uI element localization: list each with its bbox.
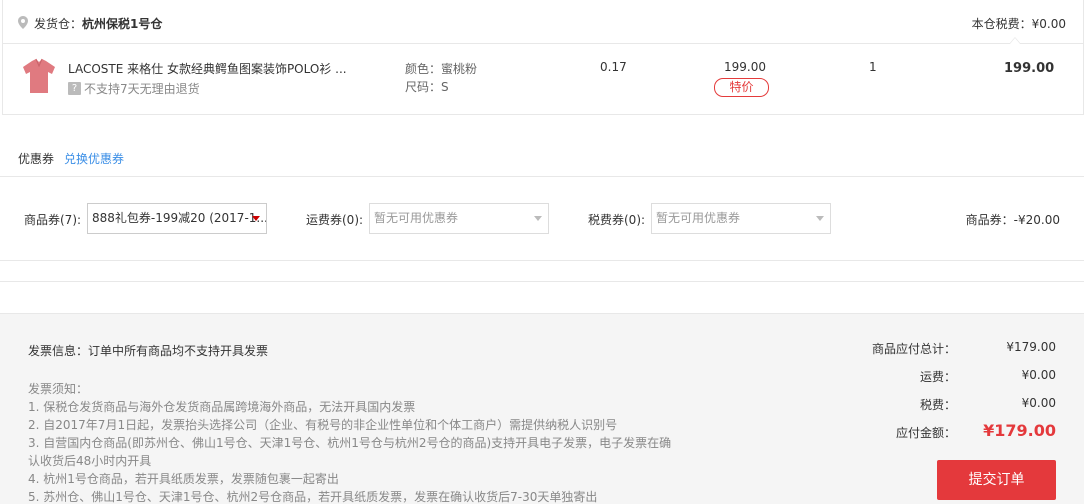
divider	[0, 281, 1084, 282]
shipping-label: 运费：	[919, 370, 956, 384]
dropdown-arrow-icon	[816, 216, 824, 221]
dropdown-arrow-icon	[252, 216, 260, 221]
goods-coupon-select[interactable]: 888礼包券-199减20 (2017-1...	[87, 203, 267, 234]
product-thumbnail[interactable]	[22, 58, 56, 94]
coupon-title: 优惠券	[18, 152, 55, 166]
exchange-coupon-link[interactable]: 兑换优惠券	[64, 150, 124, 167]
payable-label: 应付金额：	[895, 426, 956, 440]
warehouse-label-text: 发货仓：	[34, 17, 83, 31]
warehouse-header	[2, 0, 1084, 44]
tax-coupon-placeholder: 暂无可用优惠券	[656, 211, 741, 225]
tooltip-caret	[1009, 37, 1021, 44]
product-size: 尺码：S	[405, 80, 449, 94]
question-icon: ?	[68, 82, 81, 95]
shipping-value: ¥0.00	[1021, 368, 1056, 382]
coupon-discount: 商品券：-¥20.00	[965, 213, 1060, 227]
product-subtotal: 199.00	[1004, 61, 1055, 76]
tax-label: 税费：	[919, 398, 956, 412]
goods-total-label: 商品应付总计：	[871, 342, 956, 356]
invoice-note: 3. 自营国内仓商品(即苏州仓、佛山1号仓、天津1号仓、杭州1号仓与杭州2号仓的…	[28, 436, 672, 468]
invoice-note: 5. 苏州仓、佛山1号仓、天津1号仓、杭州2号仓商品，若开具纸质发票，发票在确认…	[28, 490, 598, 504]
tax-coupon-label: 税费券(0):	[588, 213, 646, 227]
invoice-notes: 发票须知： 1. 保税仓发货商品与海外仓发货商品属跨境海外商品，无法开具国内发票…	[28, 380, 678, 504]
submit-order-button[interactable]: 提交订单	[937, 460, 1056, 500]
warehouse-label: 发货仓：杭州保税1号仓	[34, 15, 162, 32]
tax-value: ¥0.00	[1021, 396, 1056, 410]
product-weight: 0.17	[600, 60, 627, 74]
product-price: 199.00	[724, 60, 766, 74]
location-pin-icon	[18, 16, 28, 29]
goods-coupon-label: 商品券(7):	[24, 213, 82, 227]
no-return-notice: ? 不支持7天无理由退货	[68, 80, 200, 97]
payable-value: ¥179.00	[983, 421, 1056, 440]
warehouse-tax: 本仓税费：¥0.00	[971, 17, 1066, 31]
invoice-note: 2. 自2017年7月1日起，发票抬头选择公司（企业、有税号的非企业性单位和个体…	[28, 418, 618, 432]
tax-coupon-select[interactable]: 暂无可用优惠券	[651, 203, 831, 234]
product-name-link[interactable]: LACOSTE 来格仕 女款经典鳄鱼图案装饰POLO衫 ...	[68, 60, 353, 77]
no-return-text: 不支持7天无理由退货	[84, 82, 200, 96]
warehouse-name: 杭州保税1号仓	[82, 17, 163, 31]
invoice-notes-title: 发票须知：	[28, 382, 89, 396]
product-quantity: 1	[869, 60, 877, 74]
special-price-badge: 特价	[714, 78, 769, 97]
goods-total-value: ¥179.00	[1006, 340, 1056, 354]
shipping-coupon-placeholder: 暂无可用优惠券	[374, 211, 459, 225]
goods-coupon-value: 888礼包券-199减20 (2017-1...	[92, 211, 267, 225]
shipping-coupon-select[interactable]: 暂无可用优惠券	[369, 203, 549, 234]
invoice-info: 发票信息：订单中所有商品均不支持开具发票	[28, 344, 269, 358]
product-color: 颜色：蜜桃粉	[405, 62, 478, 76]
shipping-coupon-label: 运费券(0):	[306, 213, 364, 227]
dropdown-arrow-icon	[534, 216, 542, 221]
invoice-note: 1. 保税仓发货商品与海外仓发货商品属跨境海外商品，无法开具国内发票	[28, 400, 416, 414]
invoice-note: 4. 杭州1号仓商品，若开具纸质发票，发票随包裹一起寄出	[28, 472, 339, 486]
